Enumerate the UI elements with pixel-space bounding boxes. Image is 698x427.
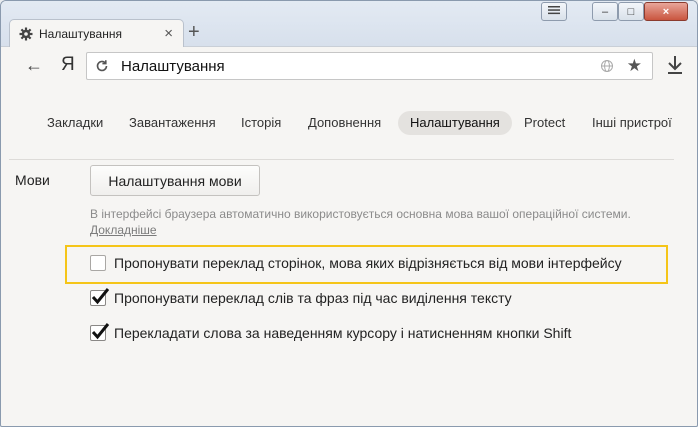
tab-strip: Налаштування × + – □ × (1, 1, 697, 48)
section-title-languages: Мови (15, 172, 50, 188)
more-info-link[interactable]: Докладніше (90, 223, 157, 237)
nav-other-devices[interactable]: Інші пристрої (580, 111, 684, 135)
menu-button[interactable] (541, 2, 567, 21)
tab-settings[interactable]: Налаштування × (9, 19, 184, 48)
language-hint: В інтерфейсі браузера автоматично викори… (90, 207, 631, 221)
address-text: Налаштування (121, 57, 225, 75)
hover-translate-option[interactable]: Перекладати слова за наведенням курсору … (90, 323, 572, 341)
address-bar[interactable]: Налаштування ★ (86, 52, 653, 80)
offer-word-translation-option[interactable]: Пропонувати переклад слів та фраз під ча… (90, 288, 512, 306)
checkmark-icon (91, 288, 110, 305)
browser-window: Налаштування × + – □ × ← Я Налаштування … (0, 0, 698, 427)
hamburger-icon (548, 5, 560, 18)
nav-extensions[interactable]: Доповнення (296, 111, 393, 135)
close-window-button[interactable]: × (644, 2, 688, 21)
gear-icon (19, 27, 33, 41)
bookmark-star-icon[interactable]: ★ (627, 56, 642, 76)
back-button[interactable]: ← (25, 55, 43, 76)
nav-settings[interactable]: Налаштування (398, 111, 512, 135)
reload-icon[interactable] (95, 59, 109, 73)
option-label: Перекладати слова за наведенням курсору … (114, 325, 572, 341)
offer-page-translation-option[interactable]: Пропонувати переклад сторінок, мова яких… (90, 255, 622, 271)
language-settings-button[interactable]: Налаштування мови (90, 165, 260, 196)
yandex-logo-button[interactable]: Я (61, 54, 75, 76)
divider (9, 159, 674, 160)
checkmark-icon (91, 323, 110, 340)
option-label: Пропонувати переклад слів та фраз під ча… (114, 290, 512, 306)
option-label: Пропонувати переклад сторінок, мова яких… (114, 255, 622, 271)
nav-history[interactable]: Історія (229, 111, 293, 135)
download-icon[interactable] (665, 53, 685, 77)
new-tab-button[interactable]: + (188, 21, 200, 43)
toolbar: ← Я Налаштування ★ (1, 47, 697, 85)
tab-close-button[interactable]: × (164, 25, 173, 42)
nav-downloads[interactable]: Завантаження (117, 111, 228, 135)
globe-icon[interactable] (600, 59, 614, 73)
maximize-button[interactable]: □ (618, 2, 644, 21)
settings-nav: Закладки Завантаження Історія Доповнення… (1, 85, 697, 160)
offer-word-translation-checkbox[interactable] (90, 288, 110, 306)
nav-bookmarks[interactable]: Закладки (35, 111, 115, 135)
minimize-button[interactable]: – (592, 2, 618, 21)
offer-page-translation-checkbox[interactable] (90, 255, 106, 271)
tab-title: Налаштування (39, 27, 122, 41)
nav-protect[interactable]: Protect (512, 111, 577, 135)
hover-translate-checkbox[interactable] (90, 323, 110, 341)
